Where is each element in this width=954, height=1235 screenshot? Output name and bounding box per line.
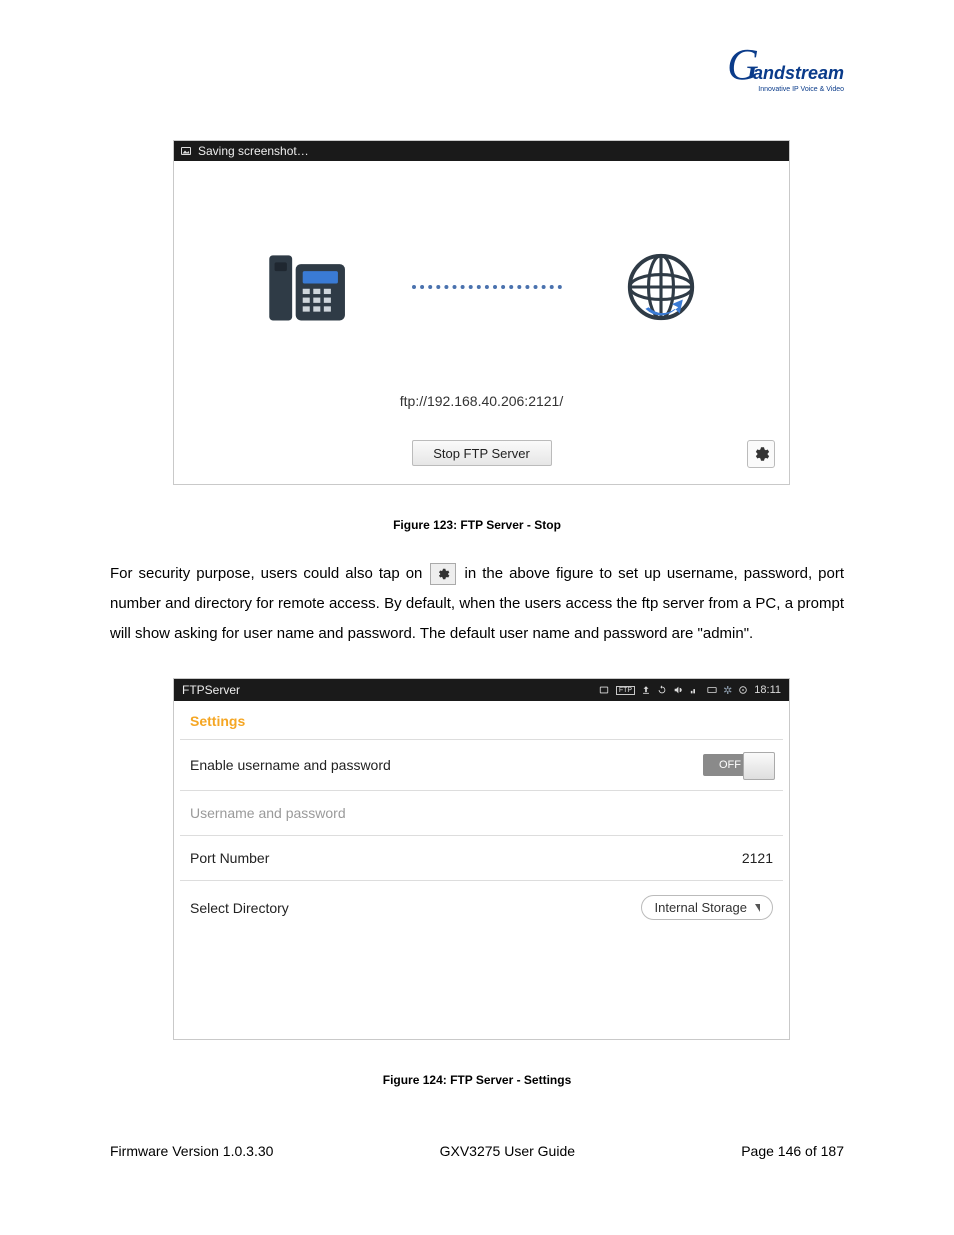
page-footer: Firmware Version 1.0.3.30 GXV3275 User G… xyxy=(110,1143,844,1159)
row-label: Select Directory xyxy=(190,900,289,916)
row-select-directory[interactable]: Select Directory Internal Storage xyxy=(180,880,783,934)
ftp-settings-gear-button[interactable] xyxy=(747,440,775,468)
sync-icon xyxy=(657,685,667,695)
keyboard-icon xyxy=(707,685,717,695)
android-titlebar: Saving screenshot… xyxy=(174,141,789,161)
image-icon xyxy=(598,685,610,695)
row-label: Username and password xyxy=(190,805,346,821)
port-number-value: 2121 xyxy=(742,850,773,866)
row-label: Port Number xyxy=(190,850,269,866)
clock: 18:11 xyxy=(754,684,781,696)
gear-icon xyxy=(752,445,770,463)
footer-page: Page 146 of 187 xyxy=(741,1143,844,1159)
brand-logo: Gandstream Innovative IP Voice & Video xyxy=(724,50,844,93)
figure-124-caption: Figure 124: FTP Server - Settings xyxy=(110,1073,844,1087)
enable-auth-toggle[interactable]: OFF xyxy=(703,754,773,776)
titlebar-text: Saving screenshot… xyxy=(198,144,309,158)
figure-123-caption: Figure 123: FTP Server - Stop xyxy=(110,518,844,532)
stop-ftp-server-button[interactable]: Stop FTP Server xyxy=(412,440,552,466)
upload-icon xyxy=(641,685,651,695)
figure-124-screenshot: FTPServer FTP ✲ 18:11 Settings Enable us… xyxy=(173,678,790,1040)
footer-firmware: Firmware Version 1.0.3.30 xyxy=(110,1143,273,1159)
volume-icon xyxy=(673,685,683,695)
ip-phone-icon xyxy=(264,243,352,331)
chevron-down-icon xyxy=(755,904,760,912)
inline-gear-icon xyxy=(430,563,456,585)
ftp-badge-icon: FTP xyxy=(616,686,635,695)
row-port-number[interactable]: Port Number 2121 xyxy=(180,835,783,880)
row-username-password: Username and password xyxy=(180,790,783,835)
directory-dropdown[interactable]: Internal Storage xyxy=(641,895,773,920)
figure-123-screenshot: Saving screenshot… xyxy=(173,140,790,485)
image-icon xyxy=(180,145,192,157)
gps-icon xyxy=(738,685,748,695)
footer-title: GXV3275 User Guide xyxy=(440,1143,575,1159)
connection-line xyxy=(412,285,562,289)
settings-header: Settings xyxy=(174,701,789,739)
globe-icon xyxy=(622,248,700,326)
ftp-url-text: ftp://192.168.40.206:2121/ xyxy=(174,393,789,409)
status-icons: FTP ✲ 18:11 xyxy=(598,684,781,697)
logo-wordmark: andstream xyxy=(753,63,844,83)
body-paragraph: For security purpose, users could also t… xyxy=(110,559,844,649)
network-icon xyxy=(689,685,701,695)
row-label: Enable username and password xyxy=(190,757,391,773)
row-enable-auth[interactable]: Enable username and password OFF xyxy=(180,739,783,790)
bluetooth-icon: ✲ xyxy=(723,684,732,697)
app-name: FTPServer xyxy=(182,683,240,697)
android-status-bar: FTPServer FTP ✲ 18:11 xyxy=(174,679,789,701)
